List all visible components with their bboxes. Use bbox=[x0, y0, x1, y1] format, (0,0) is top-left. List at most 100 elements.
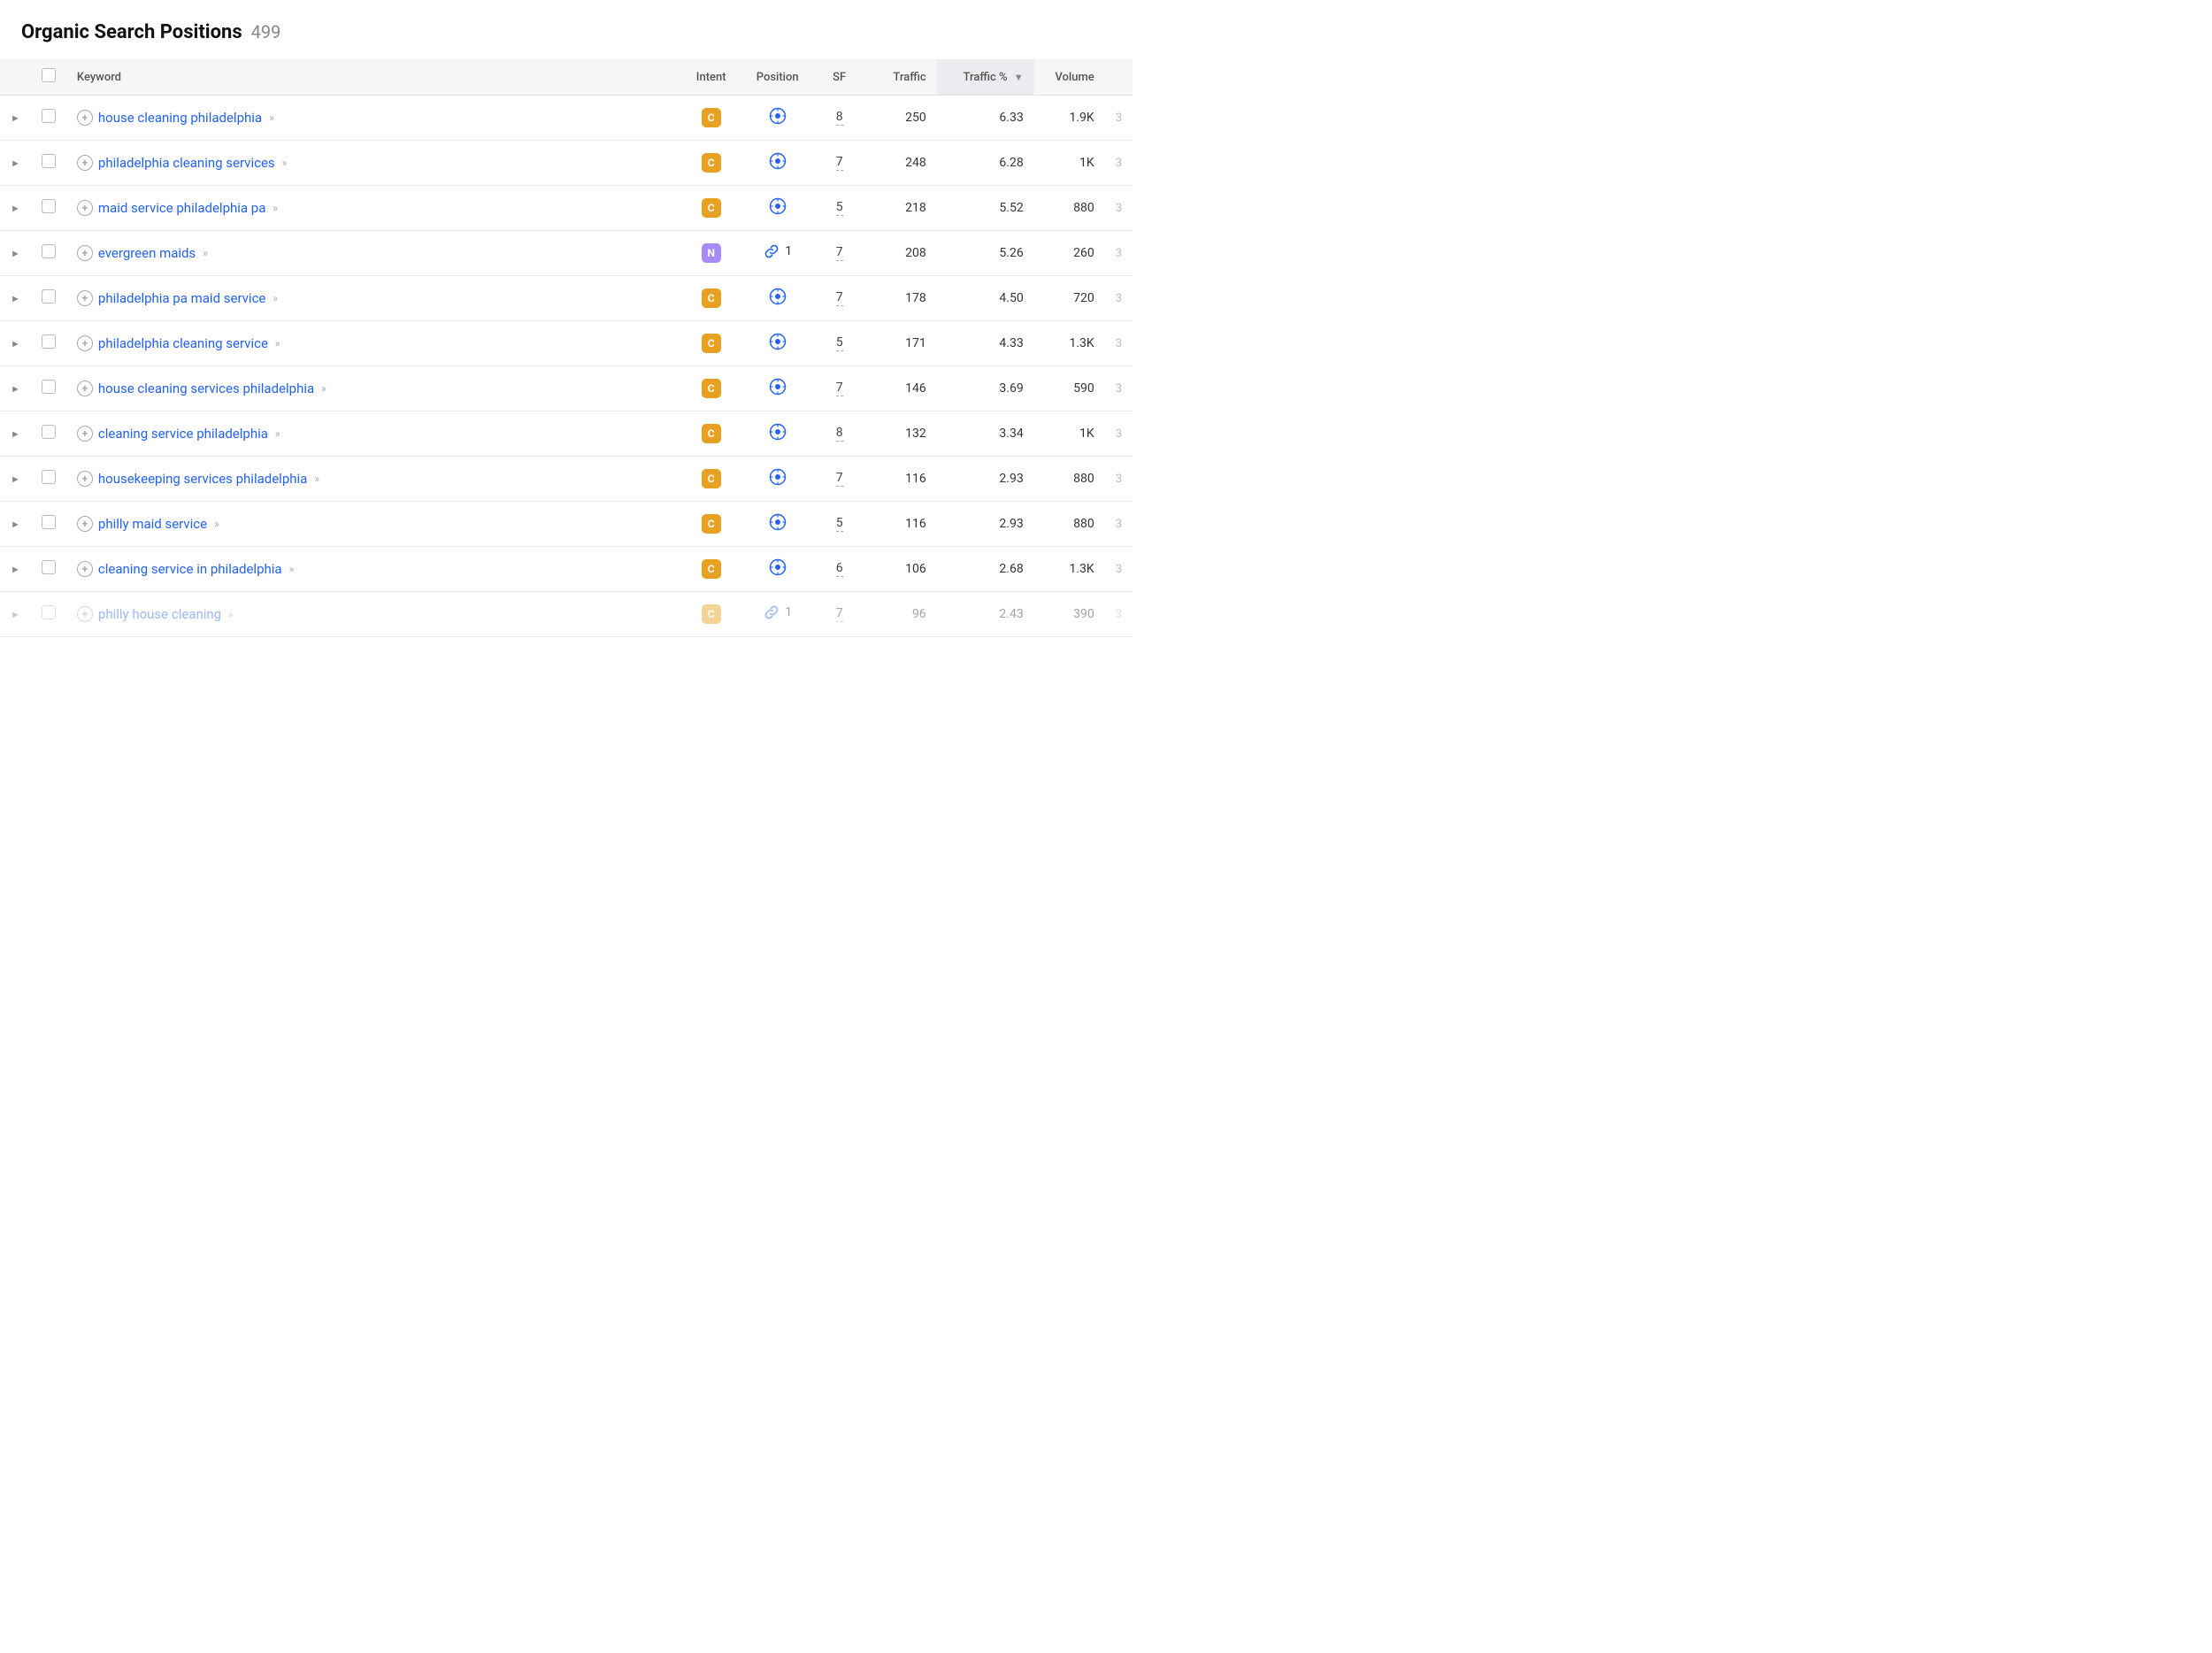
row-checkbox[interactable] bbox=[42, 289, 56, 304]
keyword-plus-icon: + bbox=[77, 155, 93, 171]
position-location bbox=[769, 468, 787, 486]
sf-value: 8 bbox=[836, 110, 843, 126]
traffic-value: 106 bbox=[905, 562, 926, 576]
traffic-cell: 208 bbox=[866, 231, 937, 276]
intent-badge: C bbox=[702, 198, 721, 218]
row-expand[interactable]: ► bbox=[0, 457, 31, 502]
keyword-plus-icon: + bbox=[77, 471, 93, 487]
sf-value: 8 bbox=[836, 426, 843, 442]
keyword-cell: + cleaning service philadelphia » bbox=[66, 411, 680, 457]
traffic-pct-value: 2.93 bbox=[999, 517, 1023, 531]
row-checkbox[interactable] bbox=[42, 425, 56, 439]
traffic-pct-cell: 2.68 bbox=[937, 547, 1034, 592]
th-position: Position bbox=[742, 59, 813, 96]
row-checkbox[interactable] bbox=[42, 560, 56, 574]
keyword-link[interactable]: + house cleaning services philadelphia » bbox=[77, 381, 326, 396]
keyword-plus-icon: + bbox=[77, 290, 93, 306]
volume-value: 260 bbox=[1073, 246, 1094, 260]
row-checkbox-cell bbox=[31, 186, 66, 231]
keyword-chevrons: » bbox=[203, 247, 208, 259]
intent-cell: N bbox=[680, 231, 742, 276]
th-intent: Intent bbox=[680, 59, 742, 96]
keyword-link[interactable]: + housekeeping services philadelphia » bbox=[77, 471, 319, 487]
keyword-link[interactable]: + philly maid service » bbox=[77, 516, 219, 532]
keyword-link[interactable]: + philadelphia cleaning services » bbox=[77, 155, 287, 171]
row-expand[interactable]: ► bbox=[0, 186, 31, 231]
position-location bbox=[769, 378, 787, 396]
row-checkbox[interactable] bbox=[42, 380, 56, 394]
keyword-link[interactable]: + evergreen maids » bbox=[77, 245, 208, 261]
row-expand[interactable]: ► bbox=[0, 502, 31, 547]
intent-badge: C bbox=[702, 604, 721, 624]
traffic-cell: 146 bbox=[866, 366, 937, 411]
keyword-text: cleaning service in philadelphia bbox=[98, 561, 282, 577]
header-checkbox[interactable] bbox=[42, 68, 56, 82]
row-expand[interactable]: ► bbox=[0, 411, 31, 457]
row-checkbox[interactable] bbox=[42, 154, 56, 168]
keyword-link[interactable]: + maid service philadelphia pa » bbox=[77, 200, 278, 216]
extra-cell: 3 bbox=[1105, 411, 1133, 457]
row-expand[interactable]: ► bbox=[0, 141, 31, 186]
intent-cell: C bbox=[680, 592, 742, 637]
row-checkbox[interactable] bbox=[42, 605, 56, 619]
volume-value: 1K bbox=[1079, 427, 1094, 441]
keyword-cell: + house cleaning services philadelphia » bbox=[66, 366, 680, 411]
row-checkbox[interactable] bbox=[42, 515, 56, 529]
row-expand[interactable]: ► bbox=[0, 231, 31, 276]
position-cell bbox=[742, 547, 813, 592]
table-row: ► + philadelphia cleaning services » C 7… bbox=[0, 141, 1133, 186]
row-checkbox[interactable] bbox=[42, 244, 56, 258]
position-location bbox=[769, 558, 787, 576]
extra-cell: 3 bbox=[1105, 141, 1133, 186]
keyword-text: housekeeping services philadelphia bbox=[98, 471, 307, 487]
row-expand[interactable]: ► bbox=[0, 96, 31, 141]
row-expand[interactable]: ► bbox=[0, 547, 31, 592]
traffic-pct-cell: 4.33 bbox=[937, 321, 1034, 366]
sf-cell: 7 bbox=[813, 366, 866, 411]
position-cell bbox=[742, 366, 813, 411]
sf-value: 5 bbox=[836, 516, 843, 532]
row-expand[interactable]: ► bbox=[0, 276, 31, 321]
traffic-pct-value: 5.52 bbox=[999, 201, 1023, 215]
sf-cell: 5 bbox=[813, 502, 866, 547]
keyword-link[interactable]: + philadelphia cleaning service » bbox=[77, 335, 280, 351]
traffic-cell: 132 bbox=[866, 411, 937, 457]
row-expand[interactable]: ► bbox=[0, 321, 31, 366]
intent-cell: C bbox=[680, 141, 742, 186]
traffic-value: 178 bbox=[905, 291, 926, 305]
extra-cell: 3 bbox=[1105, 186, 1133, 231]
extra-cell: 3 bbox=[1105, 321, 1133, 366]
sf-cell: 8 bbox=[813, 411, 866, 457]
traffic-pct-value: 3.69 bbox=[999, 381, 1023, 396]
th-keyword[interactable]: Keyword bbox=[66, 59, 680, 96]
keyword-link[interactable]: + house cleaning philadelphia » bbox=[77, 110, 274, 126]
row-expand[interactable]: ► bbox=[0, 366, 31, 411]
traffic-pct-value: 4.33 bbox=[999, 336, 1023, 350]
volume-value: 1K bbox=[1079, 156, 1094, 170]
keyword-link[interactable]: + cleaning service in philadelphia » bbox=[77, 561, 294, 577]
keyword-link[interactable]: + philadelphia pa maid service » bbox=[77, 290, 278, 306]
traffic-pct-value: 2.68 bbox=[999, 562, 1023, 576]
row-checkbox[interactable] bbox=[42, 199, 56, 213]
row-checkbox[interactable] bbox=[42, 334, 56, 349]
link-icon bbox=[763, 604, 780, 621]
volume-value: 1.9K bbox=[1069, 111, 1094, 125]
intent-badge: C bbox=[702, 379, 721, 398]
row-checkbox[interactable] bbox=[42, 109, 56, 123]
sf-value: 5 bbox=[836, 200, 843, 216]
link-icon bbox=[763, 242, 780, 260]
keyword-link[interactable]: + philly house cleaning » bbox=[77, 606, 234, 622]
keyword-chevrons: » bbox=[321, 382, 326, 395]
keyword-link[interactable]: + cleaning service philadelphia » bbox=[77, 426, 280, 442]
volume-value: 1.3K bbox=[1069, 336, 1094, 350]
row-checkbox[interactable] bbox=[42, 470, 56, 484]
extra-value: 3 bbox=[1116, 473, 1122, 486]
location-icon bbox=[769, 558, 787, 576]
th-traffic-pct[interactable]: Traffic % ▼ bbox=[937, 59, 1034, 96]
volume-value: 880 bbox=[1073, 517, 1094, 531]
traffic-value: 116 bbox=[905, 517, 926, 531]
keyword-cell: + maid service philadelphia pa » bbox=[66, 186, 680, 231]
keyword-text: house cleaning services philadelphia bbox=[98, 381, 314, 396]
row-expand[interactable]: ► bbox=[0, 592, 31, 637]
row-checkbox-cell bbox=[31, 231, 66, 276]
